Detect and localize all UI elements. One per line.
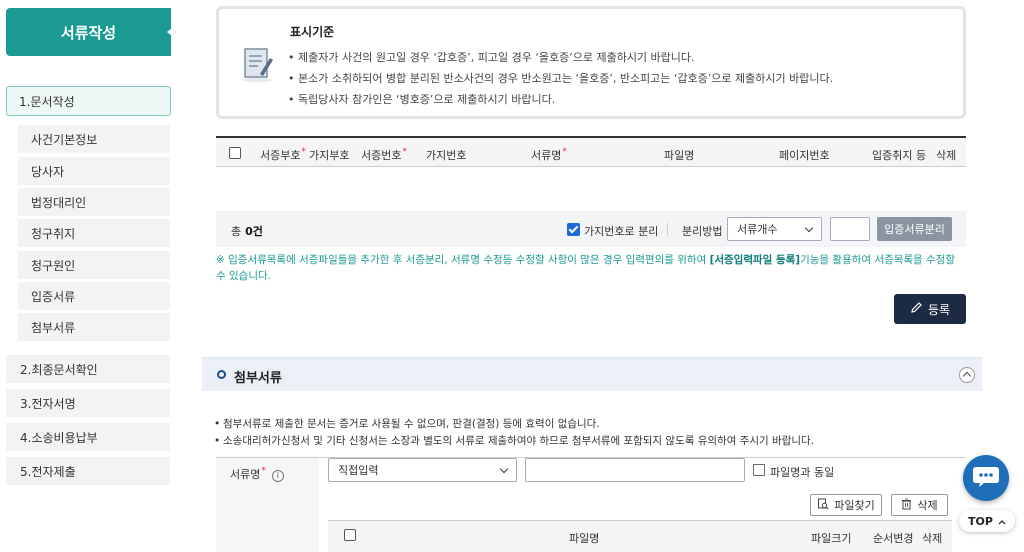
attachment-notice: • 첨부서류로 제출한 문서는 증거로 사용될 수 없으며, 판결(결정) 등에 … <box>214 418 600 430</box>
chevron-up-icon <box>998 515 1006 528</box>
menu-e-submission[interactable]: 5.전자제출 <box>6 457 170 485</box>
doc-name-select[interactable]: 직접입력 <box>328 458 517 482</box>
col-evidence-purpose: 입증취지 등 <box>872 149 927 162</box>
pencil-icon <box>910 301 923 317</box>
notice-line: • 본소가 소취하되어 병합 분리된 반소사건의 경우 반소원고는 ‘을호증’, … <box>288 72 834 85</box>
col-branch-code: 가지부호 <box>309 149 350 162</box>
chevron-down-icon <box>804 223 814 233</box>
select-all-files-checkbox[interactable] <box>344 529 356 541</box>
col-file-name: 파일명 <box>664 149 695 162</box>
split-count-input[interactable] <box>830 217 870 241</box>
delete-file-button[interactable]: 삭제 <box>891 494 948 516</box>
notice-line: • 제출자가 사건의 원고일 경우 ‘갑호증’, 피고일 경우 ‘을호증’으로 제… <box>288 51 695 64</box>
doc-name-label: 서류명* i <box>216 458 319 552</box>
register-button[interactable]: 등록 <box>894 294 966 324</box>
submenu-claim-purpose[interactable]: 청구취지 <box>18 219 170 247</box>
col-evidence-number: 서증번호* <box>361 147 407 162</box>
submenu-case-basic-info[interactable]: 사건기본정보 <box>18 125 170 153</box>
col-delete: 삭제 <box>936 149 957 162</box>
submenu-legal-representative[interactable]: 법정대리인 <box>18 188 170 216</box>
col-file-size: 파일크기 <box>811 532 852 545</box>
col-file-name: 파일명 <box>569 532 600 545</box>
info-icon[interactable]: i <box>271 470 284 482</box>
evidence-action-bar: 총 0건 가지번호로 분리 분리방법 서류개수 입증서류분리 <box>216 211 966 247</box>
menu-e-signature[interactable]: 3.전자서명 <box>6 389 170 417</box>
col-reorder: 순서변경 <box>873 532 914 545</box>
document-pen-icon <box>237 45 277 83</box>
menu-final-review[interactable]: 2.최종문서확인 <box>6 355 170 383</box>
scroll-top-button[interactable]: TOP <box>959 510 1015 532</box>
menu-fee-payment[interactable]: 4.소송비용납부 <box>6 423 170 451</box>
col-delete: 삭제 <box>922 532 943 545</box>
doc-name-input[interactable] <box>525 458 745 482</box>
file-search-icon <box>817 498 829 513</box>
submenu-claim-cause[interactable]: 청구원인 <box>18 251 170 279</box>
notch-arrow-icon <box>167 27 173 37</box>
find-file-button[interactable]: 파일찾기 <box>810 494 882 516</box>
branch-separate-label: 가지번호로 분리 <box>584 225 659 238</box>
total-count: 총 0건 <box>231 225 263 238</box>
branch-separate-checkbox[interactable] <box>567 223 580 236</box>
trash-icon <box>901 498 912 513</box>
evidence-note: ※ 입증서류목록에 서증파일들을 추가한 후 서증분리, 서류명 수정등 수정할… <box>216 254 956 282</box>
chatbot-button[interactable] <box>963 455 1009 501</box>
bullet-circle-icon <box>217 370 226 379</box>
col-evidence-code: 서증부호* <box>260 147 306 162</box>
submenu-evidence-documents[interactable]: 입증서류 <box>18 282 170 310</box>
section-title: 첨부서류 <box>234 371 282 386</box>
chevron-down-icon <box>499 464 509 474</box>
col-branch-number: 가지번호 <box>426 149 467 162</box>
col-page-number: 페이지번호 <box>779 149 830 162</box>
attachment-file-table-header: 파일명 파일크기 순서변경 삭제 <box>328 520 952 552</box>
evidence-file-register-link[interactable]: [서증입력파일 등록] <box>710 254 801 266</box>
attachment-notice: • 소송대리허가신청서 및 기타 신청서는 소장과 별도의 서류로 제출하여야 하… <box>214 435 815 447</box>
sidebar-title-label: 서류작성 <box>60 23 117 42</box>
attachment-form: 서류명* i 직접입력 파일명과 동일 파일찾기 삭제 파일명 파일크기 순서변경… <box>216 457 966 552</box>
submenu-parties[interactable]: 당사자 <box>18 157 170 185</box>
select-all-checkbox[interactable] <box>229 147 241 159</box>
same-as-filename-label: 파일명과 동일 <box>770 466 835 479</box>
split-evidence-button[interactable]: 입증서류분리 <box>877 217 952 241</box>
split-method-label: 분리방법 <box>682 225 723 238</box>
submenu-attachments[interactable]: 첨부서류 <box>18 313 170 341</box>
notice-box: 표시기준 • 제출자가 사건의 원고일 경우 ‘갑호증’, 피고일 경우 ‘을호증… <box>216 6 966 119</box>
split-method-select[interactable]: 서류개수 <box>727 217 822 241</box>
same-as-filename-checkbox[interactable] <box>753 464 765 476</box>
col-document-name: 서류명* <box>531 147 567 162</box>
menu-document-writing[interactable]: 1.문서작성 <box>6 86 171 116</box>
collapse-toggle-icon[interactable] <box>959 367 975 383</box>
notice-line: • 독립당사자 참가인은 ‘병호증’으로 제출하시기 바랍니다. <box>288 93 556 106</box>
notice-title: 표시기준 <box>290 25 335 39</box>
sidebar: 서류작성 1.문서작성 사건기본정보 당사자 법정대리인 청구취지 청구원인 입… <box>0 0 185 552</box>
attachments-section-header: 첨부서류 <box>202 357 982 391</box>
evidence-table-header: 서증부호* 가지부호 서증번호* 가지번호 서류명* 파일명 페이지번호 입증취… <box>216 136 966 167</box>
chat-bubble-icon <box>972 465 1000 492</box>
sidebar-title: 서류작성 <box>6 8 173 56</box>
divider <box>667 223 668 235</box>
